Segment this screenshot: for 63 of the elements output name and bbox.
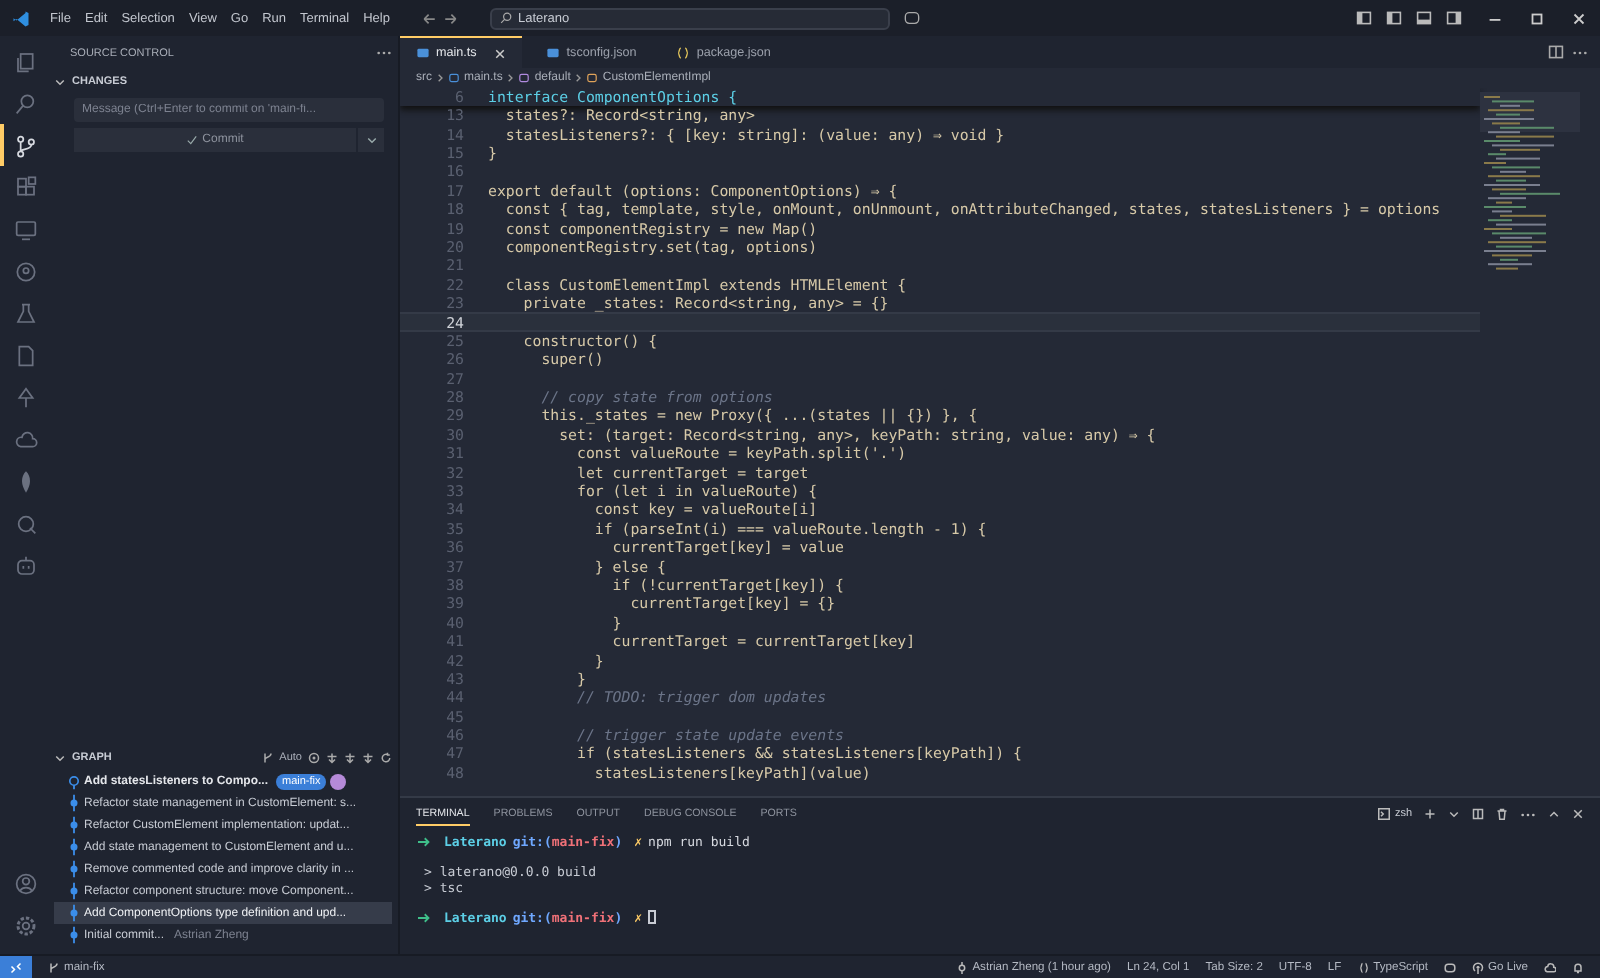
refresh-icon[interactable] bbox=[380, 752, 392, 764]
search-icon bbox=[499, 12, 512, 24]
trash-icon[interactable] bbox=[1496, 808, 1508, 820]
monitor-icon bbox=[13, 217, 37, 241]
settings-icon[interactable] bbox=[13, 913, 37, 937]
layout-icon[interactable] bbox=[1446, 10, 1462, 26]
layout-icon[interactable] bbox=[1356, 10, 1372, 26]
chevron-icon[interactable] bbox=[54, 76, 66, 88]
terminal-icon bbox=[1378, 808, 1391, 820]
chevron-icon bbox=[574, 72, 583, 84]
files-icon bbox=[13, 49, 37, 73]
cloud-icon[interactable] bbox=[1544, 961, 1556, 973]
check-icon bbox=[186, 134, 199, 146]
layout-icon[interactable] bbox=[1386, 10, 1402, 26]
caret-icon bbox=[365, 134, 377, 146]
module-icon bbox=[518, 72, 531, 84]
fetch-icon[interactable] bbox=[344, 752, 356, 764]
typescript-file-icon bbox=[448, 72, 460, 84]
fetch-icon[interactable] bbox=[362, 752, 374, 764]
account-icon[interactable] bbox=[13, 871, 37, 895]
more-icon[interactable] bbox=[1520, 811, 1536, 817]
json-file-icon bbox=[546, 45, 561, 59]
close-icon[interactable] bbox=[1572, 808, 1584, 820]
branch-icon bbox=[261, 752, 274, 764]
prompt-arrow-icon bbox=[416, 836, 432, 849]
navigation-arrows-icon[interactable] bbox=[419, 11, 460, 25]
split-icon[interactable] bbox=[1472, 808, 1484, 820]
commit-options-button[interactable] bbox=[358, 128, 384, 152]
caret-icon[interactable] bbox=[1448, 808, 1460, 820]
close-icon[interactable] bbox=[1570, 9, 1588, 27]
remote-icon bbox=[10, 961, 22, 973]
typescript-file-icon bbox=[416, 46, 430, 60]
cloud-icon bbox=[13, 427, 37, 451]
flask-icon bbox=[13, 301, 37, 325]
document-icon bbox=[13, 343, 37, 367]
prompt-arrow-icon bbox=[416, 911, 432, 924]
maximize-icon[interactable] bbox=[1528, 9, 1546, 27]
braces-icon bbox=[1357, 961, 1370, 973]
plus-icon[interactable] bbox=[1424, 808, 1436, 820]
search-icon bbox=[13, 91, 37, 115]
layout-icon[interactable] bbox=[1416, 10, 1432, 26]
close-icon[interactable] bbox=[494, 47, 507, 59]
broadcast-icon bbox=[1472, 961, 1485, 973]
source-control-icon bbox=[13, 133, 37, 157]
avatar bbox=[330, 773, 347, 789]
target-icon[interactable] bbox=[308, 752, 320, 764]
more-icon[interactable] bbox=[376, 50, 392, 56]
chevron-icon bbox=[506, 72, 515, 84]
editor-logo-icon bbox=[12, 9, 30, 27]
chevron-icon bbox=[436, 72, 444, 84]
chevron-icon[interactable] bbox=[54, 752, 66, 764]
split-editor-icon[interactable] bbox=[1548, 44, 1564, 60]
branch-icon bbox=[48, 961, 60, 973]
more-icon[interactable] bbox=[1572, 49, 1588, 55]
commit-icon bbox=[956, 961, 969, 973]
extensions-icon bbox=[13, 175, 37, 199]
robot-icon bbox=[13, 553, 37, 577]
maximize-panel-icon[interactable] bbox=[1548, 808, 1560, 820]
circle-icon bbox=[13, 259, 37, 283]
bell-icon[interactable] bbox=[1572, 961, 1584, 973]
fetch-icon[interactable] bbox=[326, 752, 338, 764]
braces-file-icon bbox=[676, 45, 691, 59]
class-icon bbox=[586, 72, 599, 84]
